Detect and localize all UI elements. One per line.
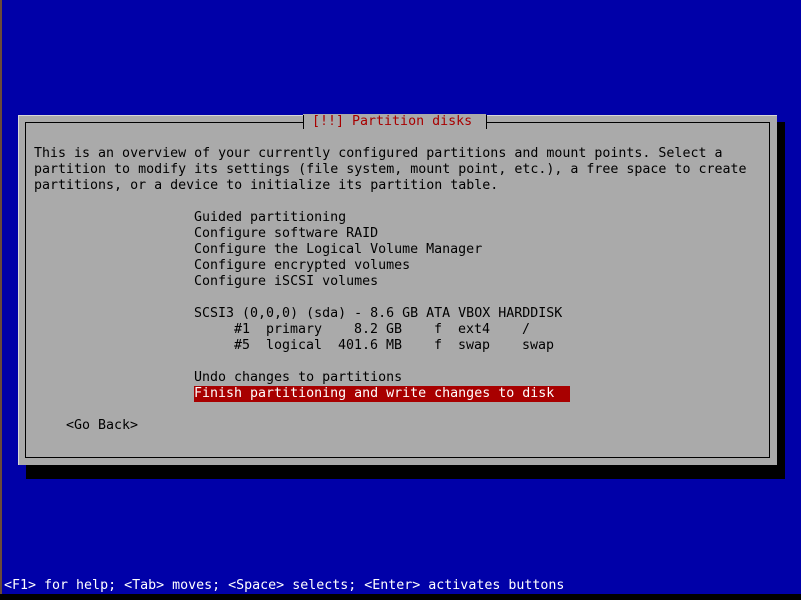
menu-guided-partitioning[interactable]: Guided partitioning <box>194 210 346 226</box>
screen-edge <box>0 0 2 600</box>
menu-configure-lvm[interactable]: Configure the Logical Volume Manager <box>194 242 482 258</box>
description-line-3: partitions, or a device to initialize it… <box>34 178 499 193</box>
title-right-tick <box>486 115 487 129</box>
partition-size: 401.6 MB <box>338 338 403 353</box>
go-back-button[interactable]: <Go Back> <box>66 418 138 434</box>
title-left-tick <box>303 115 304 129</box>
partition-number: #5 <box>234 338 251 353</box>
partition-mount: / <box>522 322 531 337</box>
partition-flag: f <box>434 322 443 337</box>
partition-filesystem: ext4 <box>458 322 491 337</box>
partition-filesystem: swap <box>458 338 491 353</box>
partition-type: primary <box>266 322 323 337</box>
menu-configure-software-raid[interactable]: Configure software RAID <box>194 226 378 242</box>
menu-configure-iscsi-volumes[interactable]: Configure iSCSI volumes <box>194 274 378 290</box>
partition-type: logical <box>266 338 323 353</box>
description-line-2: partition to modify its settings (file s… <box>34 162 747 177</box>
menu-configure-encrypted-volumes[interactable]: Configure encrypted volumes <box>194 258 410 274</box>
partition-flag: f <box>434 338 443 353</box>
bottom-strip <box>0 594 801 600</box>
undo-changes-item[interactable]: Undo changes to partitions <box>194 370 402 386</box>
finish-partitioning-item[interactable]: Finish partitioning and write changes to… <box>194 386 571 402</box>
partition-mount: swap <box>522 338 555 353</box>
help-line: <F1> for help; <Tab> moves; <Space> sele… <box>4 578 565 593</box>
dialog-title: [!!] Partition disks <box>312 114 473 129</box>
partition-number: #1 <box>234 322 251 337</box>
disk-sda[interactable]: SCSI3 (0,0,0) (sda) - 8.6 GB ATA VBOX HA… <box>194 306 562 322</box>
description-line-1: This is an overview of your currently co… <box>34 146 723 161</box>
partition-size: 8.2 GB <box>354 322 403 337</box>
